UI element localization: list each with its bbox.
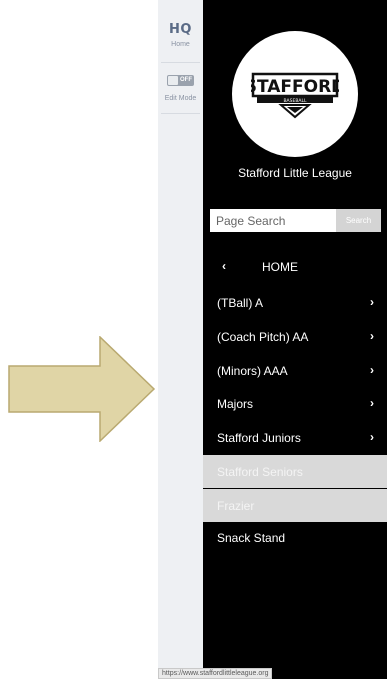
nav-item-tball[interactable]: (TBall) A › bbox=[203, 287, 387, 320]
nav-home-link[interactable]: ‹ HOME bbox=[203, 256, 387, 278]
svg-text:BASEBALL: BASEBALL bbox=[283, 98, 307, 104]
toggle-state-label: OFF bbox=[180, 77, 192, 83]
status-url-tooltip: https://www.staffordlittleleague.org bbox=[158, 668, 273, 679]
site-sidebar: STAFFORD BASEBALL Stafford Little League… bbox=[203, 0, 387, 679]
nav-item-majors[interactable]: Majors › bbox=[203, 388, 387, 421]
chevron-right-icon: › bbox=[370, 430, 374, 444]
nav-item-stafford-juniors[interactable]: Stafford Juniors › bbox=[203, 422, 387, 455]
chevron-right-icon: › bbox=[370, 396, 374, 410]
nav-item-label: (Minors) AAA bbox=[217, 364, 288, 378]
chevron-right-icon: › bbox=[370, 295, 374, 309]
nav-item-label: (Coach Pitch) AA bbox=[217, 330, 309, 344]
hq-logo: HQ bbox=[169, 22, 192, 37]
nav-item-stafford-seniors[interactable]: Stafford Seniors bbox=[203, 455, 387, 488]
nav-item-label: Stafford Seniors bbox=[217, 465, 303, 479]
pointer-arrow-graphic bbox=[8, 336, 156, 442]
nav-item-label: Frazier bbox=[217, 499, 255, 513]
hq-home-label: Home bbox=[171, 41, 190, 48]
chevron-right-icon: › bbox=[370, 363, 374, 377]
nav-item-snack-stand[interactable]: Snack Stand bbox=[203, 522, 387, 555]
hq-home-link[interactable]: HQ Home bbox=[158, 22, 203, 48]
toolbar-divider bbox=[161, 113, 200, 114]
nav-item-label: Snack Stand bbox=[217, 531, 286, 545]
nav-item-minors[interactable]: (Minors) AAA › bbox=[203, 355, 387, 388]
nav-home-label: HOME bbox=[262, 260, 298, 274]
page-search-input[interactable] bbox=[210, 209, 336, 232]
toggle-knob bbox=[168, 76, 178, 85]
edit-mode-label: Edit Mode bbox=[164, 95, 197, 102]
nav-item-frazier[interactable]: Frazier bbox=[203, 489, 387, 522]
nav-item-label: Majors bbox=[217, 397, 254, 411]
nav-item-coach-pitch[interactable]: (Coach Pitch) AA › bbox=[203, 321, 387, 354]
svg-text:STAFFORD: STAFFORD bbox=[251, 77, 339, 97]
league-logo[interactable]: STAFFORD BASEBALL bbox=[232, 31, 358, 157]
nav-item-label: (TBall) A bbox=[217, 296, 264, 310]
chevron-left-icon: ‹ bbox=[222, 259, 226, 273]
page-search: Search bbox=[210, 209, 381, 232]
search-button[interactable]: Search bbox=[336, 209, 381, 232]
edit-mode-toggle[interactable]: OFF bbox=[167, 75, 194, 86]
organization-name: Stafford Little League bbox=[238, 166, 352, 180]
chevron-right-icon: › bbox=[370, 329, 374, 343]
stafford-baseball-logo: STAFFORD BASEBALL bbox=[251, 72, 339, 119]
nav-item-label: Stafford Juniors bbox=[217, 431, 301, 445]
toolbar-divider bbox=[161, 62, 200, 63]
admin-toolbar: HQ Home OFF Edit Mode bbox=[158, 0, 204, 679]
